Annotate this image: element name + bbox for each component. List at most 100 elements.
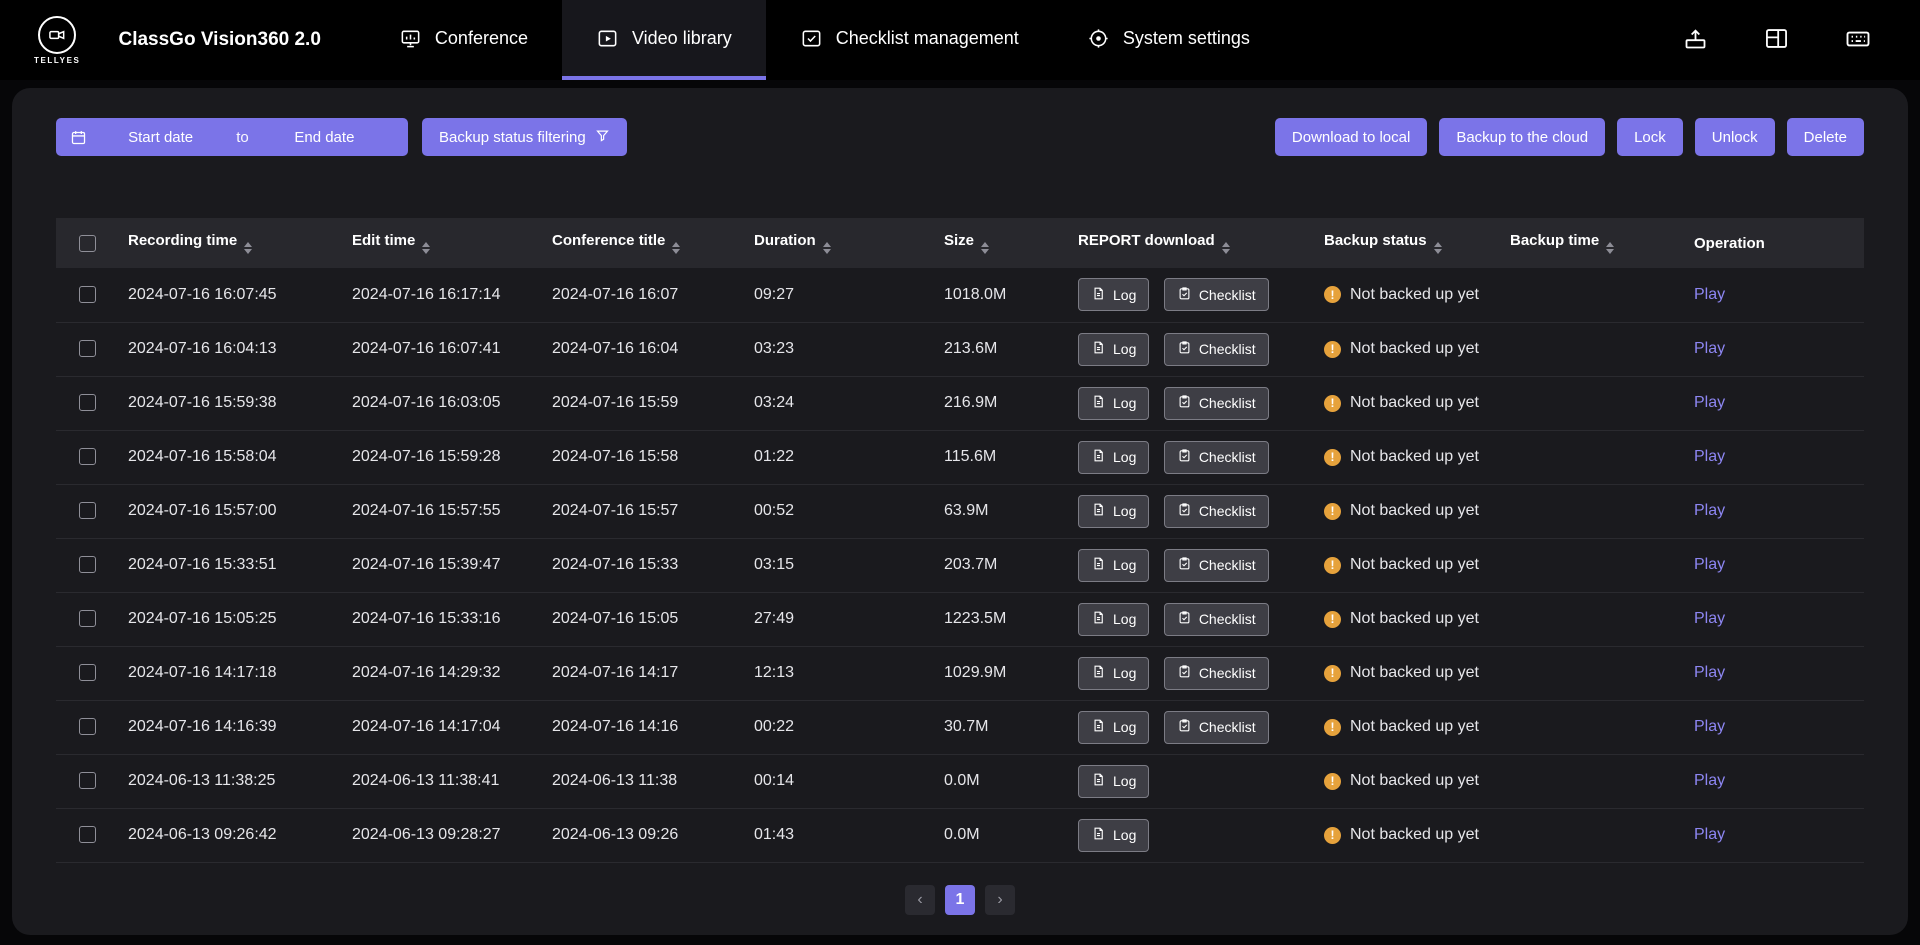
sort-icon[interactable] — [672, 242, 680, 254]
checklist-button[interactable]: Checklist — [1164, 333, 1269, 366]
sort-icon[interactable] — [823, 242, 831, 254]
checklist-button[interactable]: Checklist — [1164, 549, 1269, 582]
cell-duration: 03:23 — [744, 322, 934, 376]
table-row: 2024-06-13 09:26:42 2024-06-13 09:28:27 … — [56, 808, 1864, 862]
sort-icon[interactable] — [1606, 242, 1614, 254]
log-button[interactable]: Log — [1078, 711, 1149, 744]
log-button[interactable]: Log — [1078, 333, 1149, 366]
cell-backup-status: ! Not backed up yet — [1314, 646, 1500, 700]
unlock-button[interactable]: Unlock — [1695, 118, 1775, 156]
col-edit-time[interactable]: Edit time — [342, 218, 542, 268]
col-backup-time[interactable]: Backup time — [1500, 218, 1684, 268]
cell-recording-time: 2024-07-16 15:33:51 — [118, 538, 342, 592]
log-button[interactable]: Log — [1078, 819, 1149, 852]
row-checkbox[interactable] — [79, 826, 96, 843]
row-checkbox[interactable] — [79, 340, 96, 357]
sort-icon[interactable] — [1222, 242, 1230, 254]
cell-backup-status: ! Not backed up yet — [1314, 700, 1500, 754]
cell-size: 30.7M — [934, 700, 1068, 754]
cell-report-download: Log Checklist — [1068, 322, 1314, 376]
play-link[interactable]: Play — [1694, 502, 1725, 519]
checklist-button[interactable]: Checklist — [1164, 603, 1269, 636]
play-link[interactable]: Play — [1694, 394, 1725, 411]
sort-icon[interactable] — [244, 242, 252, 254]
play-link[interactable]: Play — [1694, 664, 1725, 681]
table-body: 2024-07-16 16:07:45 2024-07-16 16:17:14 … — [56, 268, 1864, 862]
cell-report-download: Log — [1068, 754, 1314, 808]
col-backup-status[interactable]: Backup status — [1314, 218, 1500, 268]
tab-checklist-management[interactable]: Checklist management — [766, 0, 1053, 80]
play-link[interactable]: Play — [1694, 340, 1725, 357]
row-checkbox[interactable] — [79, 664, 96, 681]
download-to-local-button[interactable]: Download to local — [1275, 118, 1427, 156]
col-size[interactable]: Size — [934, 218, 1068, 268]
lock-button[interactable]: Lock — [1617, 118, 1683, 156]
play-link[interactable]: Play — [1694, 448, 1725, 465]
tab-conference[interactable]: Conference — [365, 0, 562, 80]
row-checkbox[interactable] — [79, 556, 96, 573]
sort-icon[interactable] — [981, 242, 989, 254]
checklist-button[interactable]: Checklist — [1164, 495, 1269, 528]
cell-backup-status: ! Not backed up yet — [1314, 592, 1500, 646]
row-checkbox[interactable] — [79, 772, 96, 789]
log-button[interactable]: Log — [1078, 549, 1149, 582]
page-1-button[interactable]: 1 — [945, 885, 975, 915]
col-conference-title[interactable]: Conference title — [542, 218, 744, 268]
play-link[interactable]: Play — [1694, 286, 1725, 303]
cell-size: 1029.9M — [934, 646, 1068, 700]
play-link[interactable]: Play — [1694, 826, 1725, 843]
checklist-button[interactable]: Checklist — [1164, 441, 1269, 474]
checklist-button[interactable]: Checklist — [1164, 711, 1269, 744]
checklist-button-icon — [1177, 340, 1192, 358]
log-button[interactable]: Log — [1078, 603, 1149, 636]
next-page-button[interactable]: › — [985, 885, 1015, 915]
cell-conference-title: 2024-07-16 16:07 — [542, 268, 744, 322]
sort-icon[interactable] — [1434, 242, 1442, 254]
checklist-button[interactable]: Checklist — [1164, 278, 1269, 311]
recordings-table: Recording time Edit time Conference titl… — [56, 218, 1864, 863]
cell-backup-status: ! Not backed up yet — [1314, 754, 1500, 808]
backup-status-filter-button[interactable]: Backup status filtering — [422, 118, 627, 156]
cell-recording-time: 2024-07-16 16:07:45 — [118, 268, 342, 322]
log-button[interactable]: Log — [1078, 495, 1149, 528]
select-all-checkbox[interactable] — [79, 235, 96, 252]
checklist-button-icon — [1177, 502, 1192, 520]
screen-push-button[interactable] — [1682, 25, 1709, 55]
tab-system-settings[interactable]: System settings — [1053, 0, 1284, 80]
device-keyboard-button[interactable] — [1844, 25, 1872, 56]
pagination: ‹ 1 › — [12, 885, 1908, 915]
row-checkbox[interactable] — [79, 448, 96, 465]
log-button[interactable]: Log — [1078, 387, 1149, 420]
play-link[interactable]: Play — [1694, 556, 1725, 573]
backup-to-cloud-button[interactable]: Backup to the cloud — [1439, 118, 1605, 156]
log-button[interactable]: Log — [1078, 765, 1149, 798]
checklist-button[interactable]: Checklist — [1164, 387, 1269, 420]
col-recording-time[interactable]: Recording time — [118, 218, 342, 268]
play-link[interactable]: Play — [1694, 610, 1725, 627]
split-screen-button[interactable] — [1763, 25, 1790, 55]
play-link[interactable]: Play — [1694, 718, 1725, 735]
log-button[interactable]: Log — [1078, 278, 1149, 311]
row-checkbox[interactable] — [79, 394, 96, 411]
log-button[interactable]: Log — [1078, 441, 1149, 474]
tab-video-library[interactable]: Video library — [562, 0, 766, 80]
log-button[interactable]: Log — [1078, 657, 1149, 690]
row-checkbox[interactable] — [79, 718, 96, 735]
row-checkbox[interactable] — [79, 502, 96, 519]
prev-page-button[interactable]: ‹ — [905, 885, 935, 915]
cell-report-download: Log Checklist — [1068, 592, 1314, 646]
date-range-picker[interactable]: Start date to End date — [56, 118, 408, 156]
play-link[interactable]: Play — [1694, 772, 1725, 789]
sort-icon[interactable] — [422, 242, 430, 254]
backup-status-text: Not backed up yet — [1350, 502, 1479, 520]
col-duration[interactable]: Duration — [744, 218, 934, 268]
col-report-download[interactable]: REPORT download — [1068, 218, 1314, 268]
cell-duration: 27:49 — [744, 592, 934, 646]
backup-status-text: Not backed up yet — [1350, 448, 1479, 466]
checklist-button[interactable]: Checklist — [1164, 657, 1269, 690]
row-checkbox[interactable] — [79, 286, 96, 303]
col-label: Duration — [754, 232, 816, 249]
row-checkbox[interactable] — [79, 610, 96, 627]
delete-button[interactable]: Delete — [1787, 118, 1864, 156]
cell-size: 1223.5M — [934, 592, 1068, 646]
